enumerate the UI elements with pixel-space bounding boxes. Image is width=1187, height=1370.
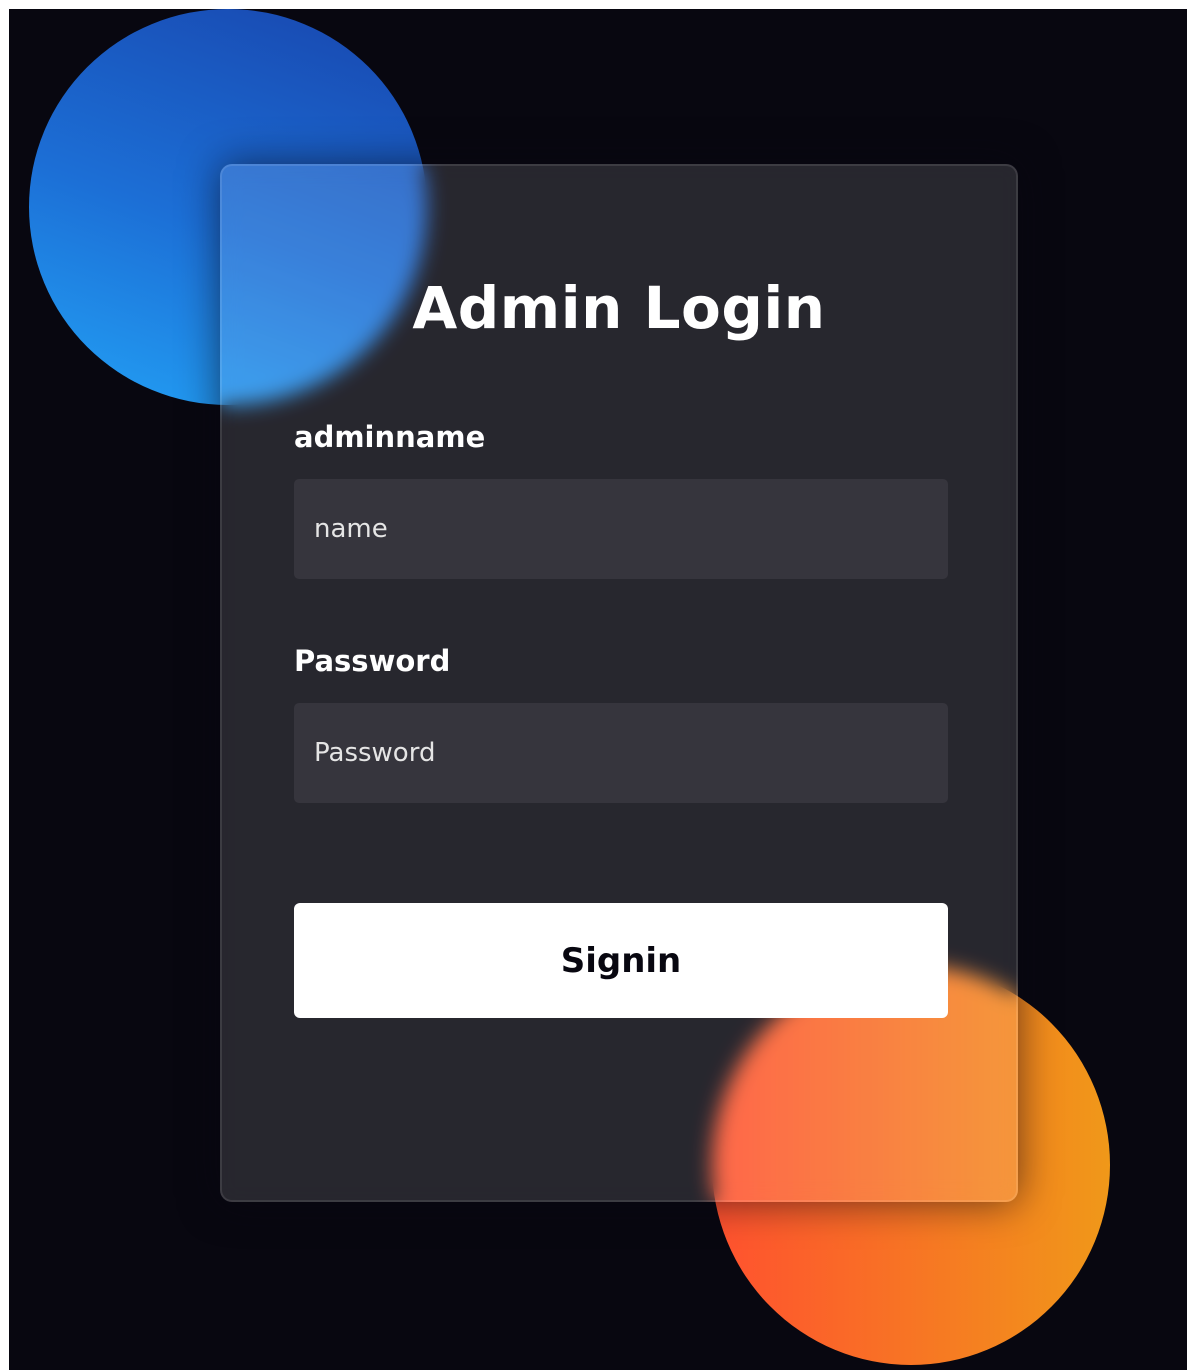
signin-button[interactable]: Signin — [294, 903, 948, 1018]
password-input[interactable] — [294, 703, 948, 803]
login-form: Admin Login adminname Password Signin — [220, 164, 1018, 1202]
page-background: Admin Login adminname Password Signin — [9, 9, 1187, 1370]
password-label: Password — [294, 644, 451, 678]
username-input[interactable] — [294, 479, 948, 579]
username-label: adminname — [294, 420, 486, 454]
login-title: Admin Login — [412, 274, 826, 342]
